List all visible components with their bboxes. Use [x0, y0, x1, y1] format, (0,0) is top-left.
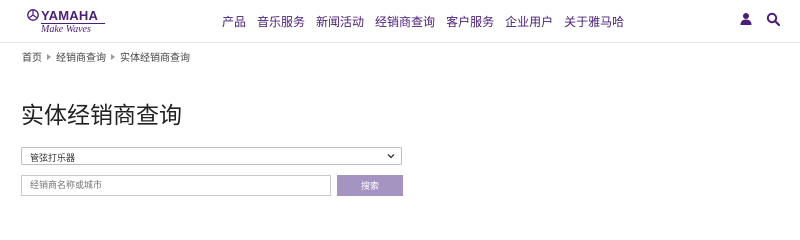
nav-item-music-services[interactable]: 音乐服务: [257, 13, 305, 30]
nav-item-news-events[interactable]: 新闻活动: [316, 13, 364, 30]
chevron-down-icon: [387, 154, 395, 159]
page-title: 实体经销商查询: [21, 103, 182, 129]
category-select[interactable]: 管弦打乐器: [21, 147, 402, 165]
yamaha-tuning-fork-icon: [27, 9, 39, 21]
nav-item-dealer-search[interactable]: 经销商查询: [375, 13, 435, 30]
user-icon[interactable]: [739, 12, 753, 26]
breadcrumb-separator-icon: [47, 53, 51, 60]
nav-item-customer-service[interactable]: 客户服务: [446, 13, 494, 30]
breadcrumb-current: 实体经销商查询: [120, 53, 190, 64]
header-icons: [739, 12, 780, 26]
search-icon[interactable]: [766, 12, 780, 26]
search-button[interactable]: 搜索: [337, 175, 403, 196]
yamaha-logo[interactable]: YAMAHA Make Waves: [27, 8, 107, 38]
nav-item-about-yamaha[interactable]: 关于雅马哈: [564, 13, 624, 30]
breadcrumb-separator-icon: [111, 53, 115, 60]
brand-name: YAMAHA: [41, 8, 99, 23]
breadcrumb: 首页 经销商查询 实体经销商查询: [22, 49, 190, 64]
brand-tagline: Make Waves: [41, 23, 105, 35]
category-select-value: 管弦打乐器: [30, 154, 76, 164]
breadcrumb-home[interactable]: 首页: [22, 49, 42, 64]
nav-item-products[interactable]: 产品: [222, 13, 246, 30]
main-nav: 产品 音乐服务 新闻活动 经销商查询 客户服务 企业用户 关于雅马哈: [222, 13, 635, 30]
breadcrumb-dealer-search[interactable]: 经销商查询: [56, 49, 106, 64]
nav-item-business-users[interactable]: 企业用户: [505, 13, 553, 30]
dealer-search-input[interactable]: [21, 175, 331, 196]
site-header: YAMAHA Make Waves 产品 音乐服务 新闻活动 经销商查询 客户服…: [0, 0, 800, 43]
